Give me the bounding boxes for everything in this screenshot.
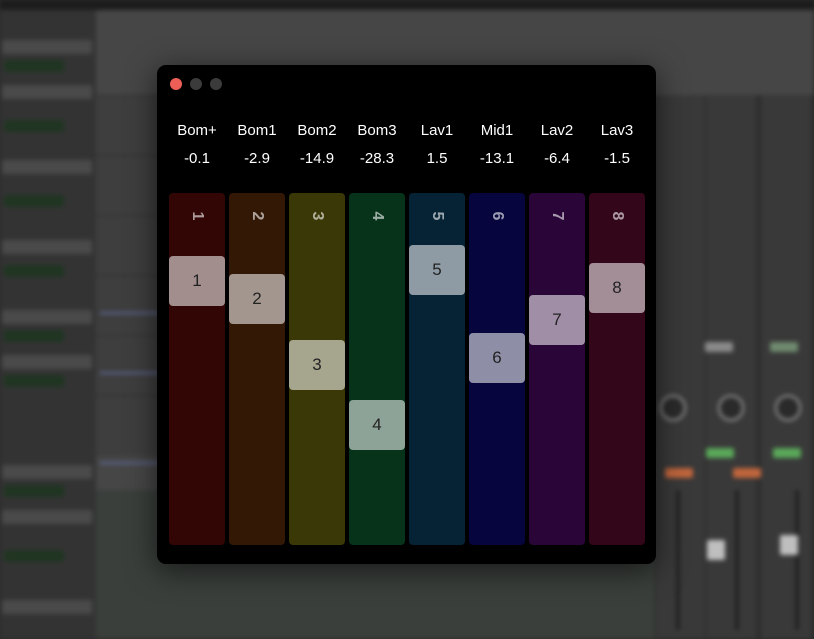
channel-name-2: Bom1 [237, 122, 277, 139]
channel-value-4: -28.3 [359, 150, 395, 167]
channel-fader-6[interactable]: 6 6 [469, 193, 525, 545]
channel-fader-5[interactable]: 5 5 [409, 193, 465, 545]
channel-value-8: -1.5 [604, 150, 630, 167]
channel-name-5: Lav1 [420, 122, 454, 139]
channel-fader-4[interactable]: 4 4 [349, 193, 405, 545]
fader-handle-5[interactable]: 5 [409, 245, 465, 295]
channel-fader-2[interactable]: 2 2 [229, 193, 285, 545]
background-track-headers [0, 10, 96, 639]
fader-handle-6[interactable]: 6 [469, 333, 525, 383]
fader-handle-7[interactable]: 7 [529, 295, 585, 345]
channel-fader-3[interactable]: 3 3 [289, 193, 345, 545]
channel-value-5: 1.5 [426, 150, 448, 167]
channel-name-4: Bom3 [357, 122, 397, 139]
channel-value-6: -13.1 [479, 150, 515, 167]
channel-fader-7[interactable]: 7 7 [529, 193, 585, 545]
channel-name-6: Mid1 [480, 122, 514, 139]
fader-window: Bom+ Bom1 Bom2 Bom3 Lav1 Mid1 Lav2 Lav3 … [157, 65, 656, 564]
channel-fader-1[interactable]: 1 1 [169, 193, 225, 545]
channel-value-2: -2.9 [244, 150, 270, 167]
channel-number-6: 6 [489, 211, 506, 221]
background-topbar [0, 0, 814, 10]
window-minimize-button[interactable] [190, 78, 202, 90]
window-close-button[interactable] [170, 78, 182, 90]
fader-handle-4[interactable]: 4 [349, 400, 405, 450]
channel-number-5: 5 [429, 211, 446, 221]
channel-number-1: 1 [189, 211, 206, 221]
fader-handle-8[interactable]: 8 [589, 263, 645, 313]
channel-number-4: 4 [369, 211, 386, 221]
fader-handle-2[interactable]: 2 [229, 274, 285, 324]
channel-fader-8[interactable]: 8 8 [589, 193, 645, 545]
channel-value-1: -0.1 [184, 150, 210, 167]
channel-number-7: 7 [549, 211, 566, 221]
fader-handle-3[interactable]: 3 [289, 340, 345, 390]
channel-number-3: 3 [309, 211, 326, 221]
channel-number-8: 8 [609, 211, 626, 221]
channel-value-3: -14.9 [299, 150, 335, 167]
channel-name-3: Bom2 [297, 122, 337, 139]
fader-handle-1[interactable]: 1 [169, 256, 225, 306]
channel-name-7: Lav2 [540, 122, 574, 139]
channel-name-8: Lav3 [600, 122, 634, 139]
window-maximize-button[interactable] [210, 78, 222, 90]
channel-name-1: Bom+ [177, 122, 217, 139]
channel-value-7: -6.4 [544, 150, 570, 167]
channel-number-2: 2 [249, 211, 266, 221]
